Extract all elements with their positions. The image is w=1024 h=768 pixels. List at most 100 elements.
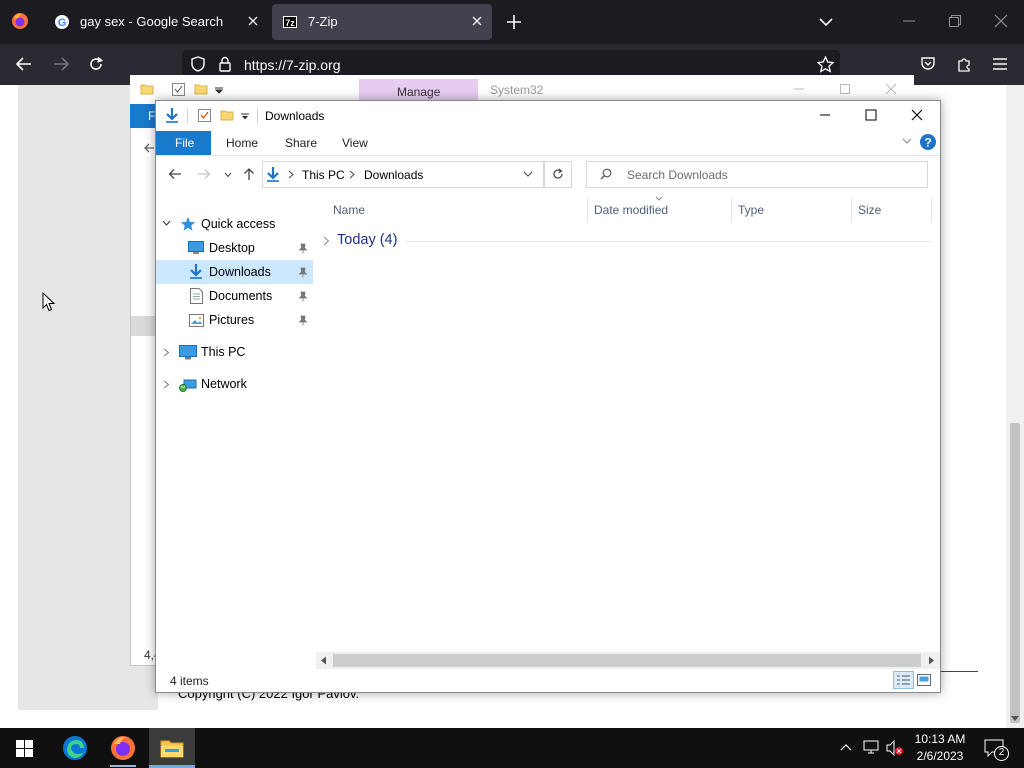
page-scrollbar[interactable] (1006, 85, 1024, 728)
nav-item-network[interactable]: Network (201, 372, 247, 396)
column-divider (931, 198, 932, 222)
back-icon[interactable] (168, 168, 182, 180)
new-folder-icon[interactable] (220, 108, 234, 122)
background-selection-strip (131, 316, 155, 336)
explorer-window[interactable] (155, 100, 941, 693)
google-icon: G (54, 14, 70, 30)
edge-icon[interactable] (62, 735, 88, 761)
column-divider (731, 198, 732, 222)
svg-text:7z: 7z (285, 18, 295, 28)
downloads-arrow-icon (266, 166, 280, 182)
close-browser-icon[interactable] (994, 14, 1008, 28)
recent-locations-icon[interactable] (224, 172, 232, 178)
pin-icon[interactable] (298, 267, 308, 278)
customize-qat-dropdown-icon[interactable] (241, 113, 249, 121)
extensions-icon[interactable] (956, 56, 972, 72)
firefox-icon[interactable] (110, 735, 136, 761)
maximize-icon[interactable] (865, 109, 877, 121)
restore-browser-icon[interactable] (948, 14, 962, 28)
forward-icon[interactable] (52, 56, 70, 72)
close-tab-icon[interactable] (246, 14, 260, 28)
column-divider (587, 198, 588, 222)
7zip-favicon-icon: 7z (282, 14, 298, 30)
breadcrumb-chevron-icon[interactable] (349, 170, 355, 179)
this-pc-expand-icon[interactable] (163, 348, 170, 357)
tab-google-search[interactable]: G gay sex - Google Search (44, 4, 268, 40)
network-expand-icon[interactable] (163, 380, 170, 389)
nav-label: Desktop (209, 241, 255, 255)
qat-separator (187, 109, 188, 123)
padlock-icon[interactable] (218, 56, 232, 72)
pocket-icon[interactable] (920, 56, 936, 72)
up-icon[interactable] (243, 167, 255, 181)
clock-date[interactable]: 2/6/2023 (908, 749, 972, 763)
breadcrumb-downloads[interactable]: Downloads (364, 168, 423, 182)
sort-indicator-icon (655, 196, 663, 201)
quick-access-label[interactable]: Quick access (201, 212, 275, 236)
column-type[interactable]: Type (738, 203, 764, 217)
status-item-count: 4 items (170, 674, 209, 688)
breadcrumb-this-pc[interactable]: This PC (302, 168, 345, 182)
tracking-protection-shield-icon[interactable] (190, 56, 206, 72)
address-dropdown-icon[interactable] (523, 171, 533, 178)
clock-time[interactable]: 10:13 AM (908, 732, 972, 746)
properties-checkbox-icon (172, 83, 185, 96)
list-all-tabs-icon[interactable] (818, 15, 834, 29)
pin-icon[interactable] (298, 291, 308, 302)
close-icon[interactable] (911, 109, 923, 121)
close-tab-icon[interactable] (470, 14, 484, 28)
url-text[interactable]: https://7-zip.org (244, 57, 341, 73)
qat-separator (257, 109, 258, 123)
file-explorer-icon (160, 738, 184, 758)
scrollbar-thumb[interactable] (333, 654, 921, 667)
column-name[interactable]: Name (333, 203, 365, 217)
nav-label: Documents (209, 289, 273, 303)
show-hidden-icons-icon[interactable] (840, 743, 852, 751)
background-back-icon (143, 142, 155, 154)
refresh-icon (552, 168, 564, 180)
tab-7zip[interactable]: 7z 7-Zip (272, 4, 492, 40)
forward-icon[interactable] (197, 168, 211, 180)
background-close-icon[interactable] (885, 83, 897, 95)
back-icon[interactable] (15, 56, 33, 72)
details-view-icon[interactable] (893, 671, 914, 689)
scroll-right-icon[interactable] (928, 656, 935, 665)
properties-checkbox-icon[interactable] (198, 109, 211, 122)
minimize-browser-icon[interactable] (902, 14, 916, 28)
nav-item-this-pc[interactable]: This PC (201, 340, 245, 364)
large-icons-view-icon[interactable] (917, 674, 931, 686)
tab-title: 7-Zip (308, 14, 338, 29)
group-header-today[interactable]: Today (4) (337, 232, 397, 248)
downloads-arrow-icon (165, 107, 179, 123)
column-date-modified[interactable]: Date modified (594, 203, 668, 217)
help-icon[interactable]: ? (920, 134, 936, 150)
this-pc-icon (179, 345, 197, 360)
scroll-left-icon[interactable] (320, 656, 327, 665)
reload-icon[interactable] (88, 56, 104, 72)
tab-share[interactable]: Share (285, 136, 317, 150)
background-maximize-icon[interactable] (839, 83, 851, 95)
start-windows-icon[interactable] (16, 740, 33, 757)
minimize-icon[interactable] (819, 112, 831, 118)
tab-home[interactable]: Home (226, 136, 258, 150)
column-size[interactable]: Size (858, 203, 881, 217)
new-tab-icon[interactable] (506, 14, 522, 30)
tab-file-label: File (175, 136, 195, 150)
network-status-icon[interactable] (863, 740, 879, 754)
expand-ribbon-icon[interactable] (902, 138, 912, 144)
quick-access-expand-icon[interactable] (162, 220, 171, 227)
firefox-view-icon[interactable] (11, 12, 29, 30)
search-input[interactable]: Search Downloads (627, 168, 728, 182)
background-minimize-icon[interactable] (793, 86, 805, 92)
app-menu-icon[interactable] (992, 57, 1008, 71)
mouse-cursor-icon (42, 292, 55, 312)
bookmark-star-icon[interactable] (817, 56, 834, 73)
tab-view[interactable]: View (342, 136, 368, 150)
group-expand-icon[interactable] (323, 236, 330, 246)
breadcrumb-chevron-icon[interactable] (288, 170, 294, 179)
volume-muted-icon[interactable] (886, 740, 904, 756)
quick-access-dropdown-icon (215, 87, 223, 95)
pin-icon[interactable] (298, 315, 308, 326)
folder-icon (140, 82, 154, 96)
pin-icon[interactable] (298, 243, 308, 254)
